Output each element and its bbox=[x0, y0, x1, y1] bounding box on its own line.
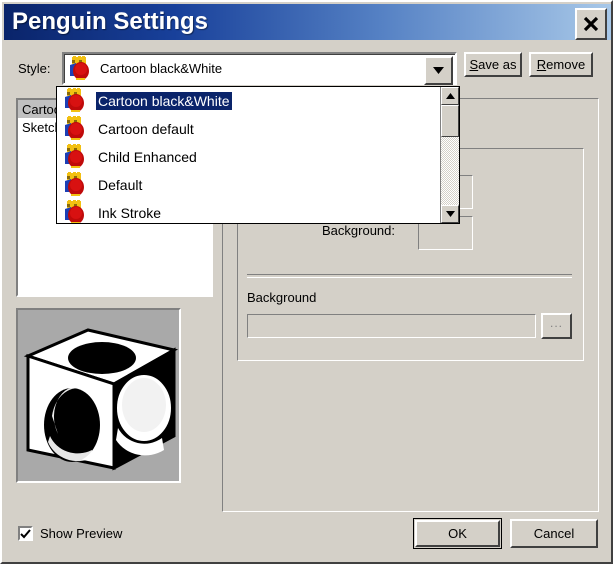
ok-button[interactable]: OK bbox=[413, 518, 502, 549]
cube-preview-icon bbox=[18, 310, 179, 481]
show-preview-checkbox[interactable] bbox=[18, 526, 33, 541]
dropdown-item-label: Ink Stroke bbox=[98, 205, 162, 221]
save-as-button[interactable]: Save as bbox=[464, 52, 522, 77]
style-combobox-value: Cartoon black&White bbox=[100, 61, 223, 76]
remove-button[interactable]: Remove bbox=[529, 52, 593, 77]
dropdown-item[interactable]: Child Enhanced bbox=[57, 143, 440, 171]
dropdown-item[interactable]: Cartoon default bbox=[57, 115, 440, 143]
penguin-icon bbox=[65, 172, 84, 196]
background-browse-button[interactable]: ... bbox=[541, 313, 572, 339]
window-title: Penguin Settings bbox=[12, 8, 209, 35]
chevron-down-icon bbox=[433, 67, 444, 74]
style-dropdown-popup[interactable]: Cartoon black&White Cartoon default Chil… bbox=[56, 86, 460, 224]
penguin-settings-dialog: Penguin Settings Style: Cartoon black&Wh… bbox=[0, 0, 613, 564]
penguin-icon bbox=[65, 88, 84, 112]
penguin-icon bbox=[65, 116, 84, 140]
section-divider bbox=[247, 274, 572, 278]
penguin-icon bbox=[65, 144, 84, 168]
dropdown-item-label: Cartoon default bbox=[98, 121, 194, 137]
title-bar: Penguin Settings bbox=[4, 4, 611, 40]
ok-label: OK bbox=[448, 526, 467, 541]
cancel-button[interactable]: Cancel bbox=[510, 519, 598, 548]
scrollbar-track[interactable] bbox=[441, 137, 459, 205]
save-as-label: Save as bbox=[469, 57, 517, 72]
dropdown-item-label: Default bbox=[98, 177, 143, 193]
dropdown-scrollbar[interactable] bbox=[440, 87, 459, 223]
style-dropdown-list[interactable]: Cartoon black&White Cartoon default Chil… bbox=[57, 87, 440, 223]
style-label: Style: bbox=[18, 61, 51, 76]
checkmark-icon bbox=[20, 528, 31, 538]
close-window-button[interactable] bbox=[575, 8, 607, 40]
dropdown-item-label: Child Enhanced bbox=[98, 149, 197, 165]
background-color-label: Background: bbox=[322, 223, 395, 238]
preview-image bbox=[16, 308, 181, 483]
ok-button-face[interactable]: OK bbox=[415, 520, 500, 547]
scroll-up-button[interactable] bbox=[441, 87, 459, 105]
close-icon bbox=[583, 16, 599, 32]
background-path-input[interactable] bbox=[247, 314, 536, 338]
dropdown-item-label: Cartoon black&White bbox=[96, 92, 232, 110]
cancel-label: Cancel bbox=[533, 526, 575, 541]
remove-label: Remove bbox=[536, 57, 586, 72]
style-combobox-toggle[interactable] bbox=[424, 56, 453, 85]
dropdown-item[interactable]: Ink Stroke bbox=[57, 199, 440, 223]
penguin-icon bbox=[65, 200, 84, 223]
show-preview-label: Show Preview bbox=[40, 526, 123, 541]
dropdown-item[interactable]: Default bbox=[57, 171, 440, 199]
triangle-up-icon bbox=[445, 93, 455, 99]
style-combobox[interactable]: Cartoon black&White bbox=[62, 52, 457, 85]
triangle-down-icon bbox=[445, 211, 455, 217]
scroll-down-button[interactable] bbox=[441, 205, 459, 223]
background-section-label: Background bbox=[247, 290, 317, 305]
dropdown-item[interactable]: Cartoon black&White bbox=[57, 87, 440, 115]
penguin-icon bbox=[70, 55, 89, 80]
scrollbar-thumb[interactable] bbox=[441, 105, 459, 137]
show-preview-row[interactable]: Show Preview bbox=[18, 526, 122, 541]
